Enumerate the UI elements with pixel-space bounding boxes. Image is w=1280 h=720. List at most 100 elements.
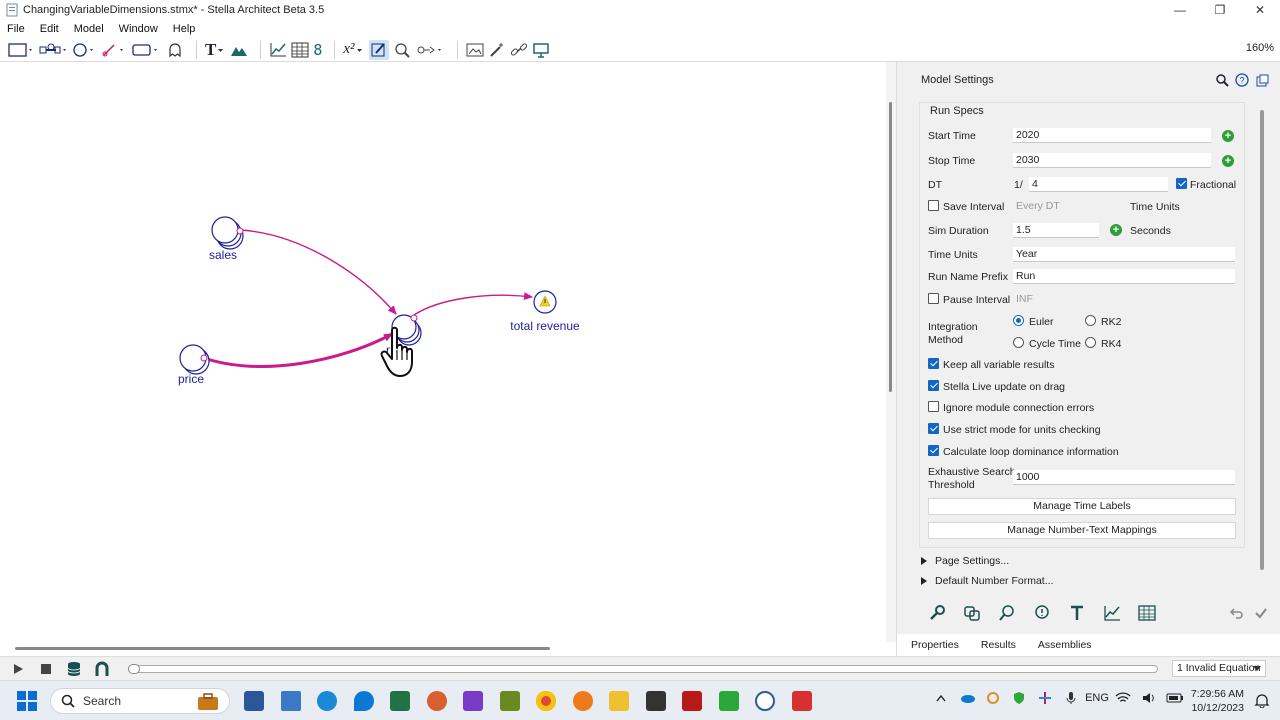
fractional-checkbox[interactable] bbox=[1176, 178, 1187, 189]
run-progress-slider[interactable] bbox=[128, 664, 1158, 674]
apply-check-icon[interactable] bbox=[1249, 606, 1273, 620]
presentation-icon[interactable] bbox=[532, 40, 550, 60]
exhaustive-threshold-field[interactable]: 1000 bbox=[1013, 470, 1235, 485]
cycle-time-radio[interactable] bbox=[1013, 337, 1024, 348]
menu-file[interactable]: File bbox=[7, 23, 25, 35]
connector-handle[interactable] bbox=[200, 354, 208, 362]
recorder-app-icon[interactable] bbox=[784, 687, 821, 715]
ghost-tool-icon[interactable] bbox=[166, 40, 184, 60]
undo-icon[interactable] bbox=[1225, 606, 1249, 620]
filezilla-app-icon[interactable] bbox=[674, 687, 711, 715]
flow-tool-icon[interactable] bbox=[38, 40, 68, 60]
zoom-level[interactable]: 160% bbox=[1246, 42, 1274, 54]
invalid-equation-dropdown[interactable]: 1 Invalid Equation bbox=[1172, 660, 1266, 677]
tray-overflow-icon[interactable] bbox=[928, 694, 954, 702]
stop-time-field[interactable]: 2030 bbox=[1013, 153, 1211, 168]
euler-radio[interactable] bbox=[1013, 315, 1024, 326]
converter-tool-icon[interactable] bbox=[72, 40, 98, 60]
slack-icon[interactable] bbox=[1032, 692, 1058, 704]
network-app-icon[interactable] bbox=[273, 687, 310, 715]
connector-handle[interactable] bbox=[410, 314, 418, 322]
run-name-prefix-field[interactable]: Run bbox=[1013, 269, 1235, 284]
canvas-horizontal-scrollbar[interactable] bbox=[0, 642, 886, 654]
microphone-icon[interactable] bbox=[1058, 691, 1084, 705]
stella-app-icon[interactable] bbox=[747, 687, 784, 715]
battery-icon[interactable] bbox=[1162, 693, 1188, 703]
search-icon[interactable] bbox=[1212, 72, 1232, 88]
add-sim-duration-icon[interactable]: + bbox=[1110, 224, 1122, 236]
formula-tool-icon[interactable]: x² bbox=[343, 40, 364, 60]
default-number-format-section[interactable]: Default Number Format... bbox=[921, 575, 1053, 587]
page-settings-section[interactable]: Page Settings... bbox=[921, 555, 1009, 567]
add-start-time-icon[interactable]: + bbox=[1222, 130, 1234, 142]
taskbar-clock[interactable]: 7:29:56 AM 10/12/2023 bbox=[1191, 687, 1244, 715]
converter-total-revenue[interactable] bbox=[533, 290, 557, 314]
shield-icon[interactable] bbox=[1006, 691, 1032, 705]
rk2-radio[interactable] bbox=[1085, 315, 1096, 326]
pause-interval-checkbox[interactable] bbox=[928, 293, 939, 304]
run-play-icon[interactable] bbox=[10, 661, 26, 677]
connector-sales-revenue[interactable] bbox=[240, 229, 397, 315]
stop-icon[interactable] bbox=[38, 661, 54, 677]
database-icon[interactable] bbox=[66, 661, 82, 677]
magnet-icon[interactable] bbox=[94, 661, 110, 677]
close-button[interactable]: ✕ bbox=[1240, 0, 1280, 20]
loop-tool-icon[interactable] bbox=[415, 40, 445, 60]
firefox-app-icon[interactable] bbox=[565, 687, 602, 715]
add-stop-time-icon[interactable]: + bbox=[1222, 155, 1234, 167]
connector-handle[interactable] bbox=[236, 227, 244, 235]
table-tool-icon[interactable] bbox=[291, 40, 309, 60]
table-settings-icon[interactable] bbox=[1129, 604, 1164, 622]
notepad-app-icon[interactable] bbox=[492, 687, 529, 715]
sim-duration-field[interactable]: 1.5 bbox=[1013, 223, 1099, 238]
dt-field[interactable]: 4 bbox=[1029, 177, 1168, 192]
graph-settings-icon[interactable] bbox=[1094, 604, 1129, 622]
time-units-field[interactable]: Year bbox=[1013, 247, 1235, 262]
tab-properties[interactable]: Properties bbox=[911, 639, 959, 651]
zoom-tool-icon[interactable] bbox=[393, 40, 411, 60]
chat-app-icon[interactable] bbox=[309, 687, 346, 715]
scrollbar-thumb[interactable] bbox=[889, 102, 892, 392]
edit-mode-icon[interactable] bbox=[368, 39, 389, 60]
connector-tool-icon[interactable] bbox=[102, 40, 128, 60]
word-app-icon[interactable] bbox=[236, 687, 273, 715]
scrollbar-thumb[interactable] bbox=[15, 647, 550, 650]
slider-knob[interactable] bbox=[128, 664, 140, 674]
manage-time-labels-button[interactable]: Manage Time Labels bbox=[928, 498, 1236, 515]
wrench-icon[interactable] bbox=[919, 604, 954, 622]
module-tool-icon[interactable] bbox=[132, 40, 162, 60]
picture-tool-icon[interactable] bbox=[466, 40, 484, 60]
language-indicator[interactable]: ENG bbox=[1084, 692, 1110, 704]
connector-revenue-total[interactable] bbox=[413, 292, 533, 316]
rk4-radio[interactable] bbox=[1085, 337, 1096, 348]
excel-app-icon[interactable] bbox=[382, 687, 419, 715]
menu-help[interactable]: Help bbox=[173, 23, 196, 35]
ignore-module-errors-checkbox[interactable] bbox=[928, 401, 939, 412]
sync-icon[interactable] bbox=[980, 691, 1006, 705]
numeric-display-icon[interactable]: 8 bbox=[313, 40, 322, 60]
text-format-icon[interactable] bbox=[1059, 604, 1094, 622]
menu-model[interactable]: Model bbox=[74, 23, 104, 35]
help-icon[interactable]: ? bbox=[1232, 72, 1252, 88]
graph-tool-icon[interactable] bbox=[269, 40, 287, 60]
tab-assemblies[interactable]: Assemblies bbox=[1038, 639, 1092, 651]
windows-start-icon[interactable] bbox=[17, 691, 37, 711]
maps-app-icon[interactable] bbox=[346, 687, 383, 715]
volume-icon[interactable] bbox=[1136, 692, 1162, 704]
visual-studio-icon[interactable] bbox=[455, 687, 492, 715]
paint-app-icon[interactable] bbox=[419, 687, 456, 715]
canvas-vertical-scrollbar[interactable] bbox=[886, 62, 896, 642]
camtasia-app-icon[interactable] bbox=[711, 687, 748, 715]
chrome-app-icon[interactable] bbox=[528, 687, 565, 715]
onedrive-icon[interactable] bbox=[954, 693, 980, 703]
notification-bell-icon[interactable] bbox=[1254, 694, 1270, 708]
stock-tool-icon[interactable] bbox=[8, 40, 34, 60]
sectors-icon[interactable] bbox=[954, 604, 989, 622]
panel-scrollbar[interactable] bbox=[1260, 110, 1264, 570]
start-time-field[interactable]: 2020 bbox=[1013, 128, 1211, 143]
find-icon[interactable] bbox=[989, 604, 1024, 622]
link-icon[interactable] bbox=[510, 40, 528, 60]
wifi-icon[interactable] bbox=[1110, 692, 1136, 704]
image-tool-icon[interactable] bbox=[230, 40, 248, 60]
undock-icon[interactable] bbox=[1252, 72, 1272, 88]
